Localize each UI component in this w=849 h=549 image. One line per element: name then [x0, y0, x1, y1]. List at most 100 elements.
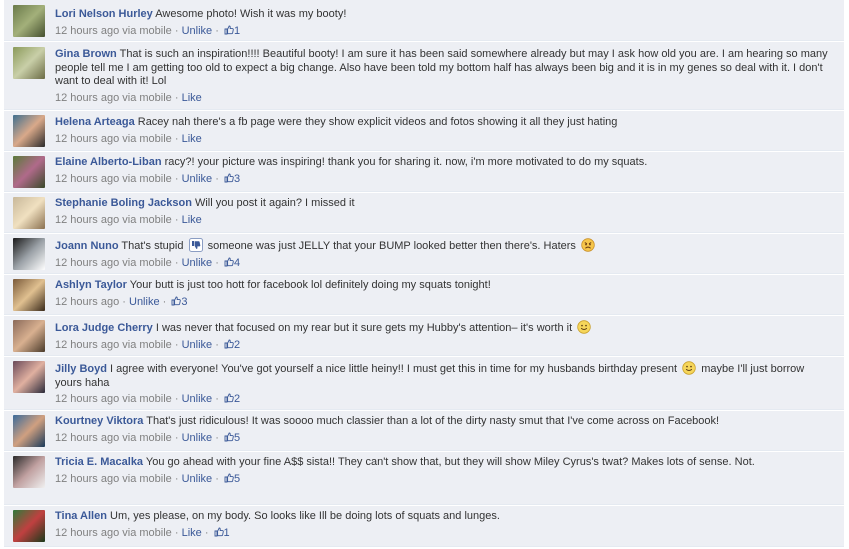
- comment-text: That's just ridiculous! It was soooo muc…: [146, 415, 720, 427]
- avatar[interactable]: [13, 47, 45, 79]
- comment-author[interactable]: Ashlyn Taylor: [55, 279, 127, 291]
- like-count[interactable]: 3: [169, 296, 187, 308]
- like-count[interactable]: 4: [222, 257, 240, 269]
- comment-meta: 12 hours ago via mobile · Unlike · 5: [55, 472, 241, 485]
- comment-meta: 12 hours ago via mobile · Like · 1: [55, 526, 230, 539]
- like-count[interactable]: 1: [222, 25, 240, 37]
- comment-author[interactable]: Lora Judge Cherry: [55, 322, 153, 334]
- comment-author[interactable]: Tina Allen: [55, 510, 107, 522]
- comment-author[interactable]: Helena Arteaga: [55, 116, 135, 128]
- like-toggle-link[interactable]: Unlike: [182, 339, 213, 351]
- thumbs-up-icon: [224, 25, 234, 34]
- comment-timestamp[interactable]: 12 hours ago via mobile: [55, 25, 172, 37]
- comment-meta: 12 hours ago via mobile · Unlike · 2: [55, 393, 241, 405]
- thumbs-up-icon: [224, 257, 234, 266]
- comment-text: You go ahead with your fine A$$ sista!! …: [145, 456, 755, 468]
- like-count[interactable]: 3: [222, 173, 240, 185]
- comment-item: Ashlyn Taylor Your butt is just too hott…: [4, 275, 844, 315]
- thumbs-up-icon: [171, 296, 182, 305]
- comment-author[interactable]: Elaine Alberto-Liban: [55, 156, 162, 168]
- thumbs-up-icon: [214, 527, 224, 536]
- comment-item: Lora Judge Cherry I was never that focus…: [4, 316, 844, 356]
- comment-text: Your butt is just too hott for facebook …: [129, 279, 491, 291]
- like-toggle-link[interactable]: Unlike: [182, 25, 213, 37]
- like-toggle-link[interactable]: Unlike: [182, 257, 213, 269]
- comment-meta: 12 hours ago via mobile · Unlike · 3: [55, 172, 241, 185]
- comment-author[interactable]: Joann Nuno: [55, 240, 119, 252]
- avatar[interactable]: [13, 510, 45, 542]
- comment-timestamp[interactable]: 12 hours ago via mobile: [55, 393, 172, 405]
- comment-item: Stephanie Boling Jackson Will you post i…: [4, 193, 844, 233]
- like-count[interactable]: 2: [222, 339, 240, 351]
- comment-timestamp[interactable]: 12 hours ago via mobile: [55, 339, 172, 351]
- comment-text: I agree with everyone! You've got yourse…: [110, 363, 678, 375]
- avatar[interactable]: [13, 197, 45, 229]
- avatar[interactable]: [13, 320, 45, 352]
- comment-author[interactable]: Gina Brown: [55, 48, 117, 60]
- comment-timestamp[interactable]: 12 hours ago via mobile: [55, 432, 172, 444]
- smiley-face-icon: [682, 361, 696, 375]
- comment-timestamp[interactable]: 12 hours ago via mobile: [55, 257, 172, 269]
- like-count[interactable]: 5: [222, 432, 240, 444]
- comment-text: That is such an inspiration!!!! Beautifu…: [55, 48, 828, 87]
- smiley-face-icon: [577, 320, 591, 334]
- avatar[interactable]: [13, 5, 45, 37]
- comment-text: racy?! your picture was inspiring! thank…: [164, 156, 648, 168]
- angry-face-icon: [581, 238, 595, 252]
- comment-timestamp[interactable]: 12 hours ago via mobile: [55, 133, 172, 145]
- avatar[interactable]: [13, 115, 45, 147]
- comment-timestamp[interactable]: 12 hours ago via mobile: [55, 527, 172, 539]
- comment-item: Jilly Boyd I agree with everyone! You've…: [4, 357, 844, 410]
- comment-timestamp[interactable]: 12 hours ago via mobile: [55, 473, 172, 485]
- like-count[interactable]: 5: [222, 473, 240, 485]
- comment-text: Um, yes please, on my body. So looks lik…: [110, 510, 500, 522]
- comment-item: Kourtney Viktora That's just ridiculous!…: [4, 411, 844, 451]
- like-toggle-link[interactable]: Unlike: [182, 473, 213, 485]
- comment-author[interactable]: Kourtney Viktora: [55, 415, 143, 427]
- comment-text: That's stupid: [121, 240, 184, 252]
- comment-text: Will you post it again? I missed it: [194, 197, 355, 209]
- like-toggle-link[interactable]: Like: [182, 133, 202, 145]
- comment-meta: 12 hours ago via mobile · Unlike · 2: [55, 338, 241, 351]
- avatar[interactable]: [13, 361, 45, 393]
- like-toggle-link[interactable]: Unlike: [182, 432, 213, 444]
- like-toggle-link[interactable]: Unlike: [129, 296, 160, 308]
- comment-meta: 12 hours ago via mobile · Unlike · 1: [55, 24, 241, 37]
- avatar[interactable]: [13, 415, 45, 447]
- avatar[interactable]: [13, 456, 45, 488]
- comment-item: Lori Nelson Hurley Awesome photo! Wish i…: [4, 0, 844, 41]
- comment-author[interactable]: Tricia E. Macalka: [55, 456, 143, 468]
- avatar[interactable]: [13, 156, 45, 188]
- comment-meta: 12 hours ago via mobile · Like: [55, 213, 202, 226]
- like-toggle-link[interactable]: Like: [182, 214, 202, 226]
- comment-author[interactable]: Lori Nelson Hurley: [55, 8, 153, 20]
- comment-item: Helena Arteaga Racey nah there's a fb pa…: [4, 111, 844, 151]
- comment-timestamp[interactable]: 12 hours ago via mobile: [55, 92, 172, 104]
- comment-timestamp[interactable]: 12 hours ago via mobile: [55, 214, 172, 226]
- avatar[interactable]: [13, 279, 45, 311]
- comment-text: I was never that focused on my rear but …: [155, 322, 573, 334]
- comment-item: Tricia E. Macalka You go ahead with your…: [4, 452, 844, 505]
- comment-meta: 12 hours ago via mobile · Like: [55, 132, 202, 145]
- thumbs-up-icon: [224, 432, 234, 441]
- thumbs-up-icon: [224, 173, 234, 182]
- comment-item: Elaine Alberto-Liban racy?! your picture…: [4, 152, 844, 192]
- comment-meta: 12 hours ago via mobile · Like: [55, 91, 202, 104]
- avatar[interactable]: [13, 238, 45, 270]
- like-toggle-link[interactable]: Unlike: [182, 173, 213, 185]
- comment-timestamp[interactable]: 12 hours ago: [55, 296, 119, 308]
- comment-text-continued: someone was just JELLY that your BUMP lo…: [207, 240, 576, 252]
- thumbs-up-icon: [224, 393, 234, 403]
- thumbs-up-icon: [224, 339, 234, 348]
- like-toggle-link[interactable]: Like: [182, 92, 202, 104]
- comment-text: Awesome photo! Wish it was my booty!: [155, 8, 347, 20]
- like-toggle-link[interactable]: Unlike: [182, 393, 213, 405]
- like-count[interactable]: 2: [222, 393, 240, 405]
- comment-item: Gina Brown That is such an inspiration!!…: [4, 42, 844, 110]
- comment-timestamp[interactable]: 12 hours ago via mobile: [55, 173, 172, 185]
- like-count[interactable]: 1: [212, 527, 230, 539]
- comment-author[interactable]: Stephanie Boling Jackson: [55, 197, 192, 209]
- comment-text: Racey nah there's a fb page were they sh…: [137, 116, 618, 128]
- like-toggle-link[interactable]: Like: [182, 527, 202, 539]
- comment-author[interactable]: Jilly Boyd: [55, 363, 107, 375]
